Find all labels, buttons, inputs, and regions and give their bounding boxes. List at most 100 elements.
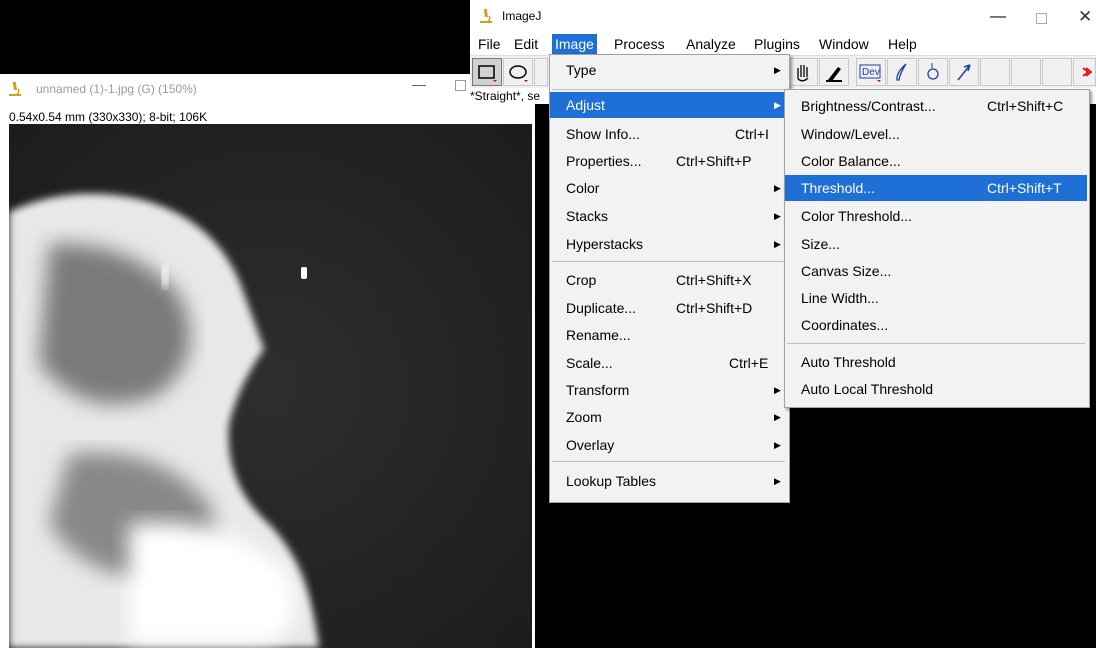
menu-item-label: Coordinates... (801, 317, 889, 333)
image-canvas[interactable] (9, 124, 532, 648)
hand-tool[interactable] (788, 58, 818, 86)
menu-process[interactable]: Process (611, 34, 668, 54)
menu-item-label: Scale... (566, 355, 613, 371)
minimize-button[interactable]: — (990, 8, 1006, 26)
menu-item-coordinates[interactable]: Coordinates... (785, 312, 1087, 338)
menu-item-shortcut: Ctrl+Shift+C (987, 98, 1064, 114)
menu-item-auto-threshold[interactable]: Auto Threshold (785, 349, 1087, 375)
polygon-tool[interactable] (534, 58, 548, 86)
menu-item-stacks[interactable]: Stacks ▶ (550, 203, 787, 229)
rectangle-tool[interactable] (472, 58, 502, 86)
dropper-tool[interactable] (819, 58, 849, 86)
menu-item-duplicate[interactable]: Duplicate... Ctrl+Shift+D (550, 295, 787, 321)
menu-file[interactable]: File (475, 34, 504, 54)
brush-icon (896, 63, 907, 81)
menu-item-crop[interactable]: Crop Ctrl+Shift+X (550, 267, 787, 293)
submenu-arrow-icon: ▶ (774, 100, 781, 110)
menu-item-label: Lookup Tables (566, 473, 657, 489)
menu-item-label: Auto Threshold (801, 354, 896, 370)
imagej-title: ImageJ (502, 9, 542, 23)
menu-item-label: Show Info... (566, 126, 640, 142)
menu-item-label: Stacks (566, 208, 609, 224)
menu-item-transform[interactable]: Transform ▶ (550, 377, 787, 403)
menu-item-overlay[interactable]: Overlay ▶ (550, 432, 787, 458)
hand-icon (797, 65, 809, 82)
dev-label: Dev (862, 67, 880, 78)
submenu-arrow-icon: ▶ (774, 183, 781, 193)
empty-tool-slot[interactable] (1042, 58, 1072, 86)
menu-item-lookup-tables[interactable]: Lookup Tables ▶ (550, 468, 787, 494)
menu-item-line-width[interactable]: Line Width... (785, 285, 1087, 311)
maximize-button[interactable] (1036, 13, 1047, 24)
hand-pointer-icon (927, 63, 939, 80)
submenu-arrow-icon: ▶ (774, 211, 781, 221)
menu-item-rename[interactable]: Rename... (550, 322, 787, 348)
menu-item-size[interactable]: Size... (785, 231, 1087, 257)
menu-item-shortcut: Ctrl+Shift+X (676, 272, 752, 288)
menu-item-shortcut: Ctrl+Shift+D (676, 300, 753, 316)
menu-item-color[interactable]: Color ▶ (550, 175, 787, 201)
empty-tool-slot[interactable] (980, 58, 1010, 86)
menu-item-label: Hyperstacks (566, 236, 644, 252)
menu-item-color-balance[interactable]: Color Balance... (785, 148, 1087, 174)
minimize-button[interactable]: — (412, 76, 426, 92)
menu-item-show-info[interactable]: Show Info... Ctrl+I (550, 121, 787, 147)
arrow-icon (957, 64, 971, 81)
menu-item-label: Overlay (566, 437, 615, 453)
menu-item-color-threshold[interactable]: Color Threshold... (785, 203, 1087, 229)
menu-analyze[interactable]: Analyze (683, 34, 739, 54)
menu-item-adjust[interactable]: Adjust ▶ (550, 92, 787, 118)
menu-image[interactable]: Image (552, 34, 597, 54)
imagej-microscope-icon (9, 82, 21, 96)
submenu-arrow-icon: ▶ (774, 476, 781, 486)
adjust-submenu: Brightness/Contrast... Ctrl+Shift+C Wind… (784, 89, 1090, 408)
menu-item-label: Crop (566, 272, 597, 288)
oval-tool[interactable] (503, 58, 533, 86)
rectangle-icon (478, 65, 497, 82)
menu-plugins[interactable]: Plugins (751, 34, 803, 54)
menu-help[interactable]: Help (885, 34, 920, 54)
close-button[interactable]: ✕ (1078, 7, 1092, 27)
menu-item-shortcut: Ctrl+Shift+T (987, 180, 1062, 196)
menu-item-brightness-contrast[interactable]: Brightness/Contrast... Ctrl+Shift+C (785, 93, 1087, 119)
menu-item-threshold[interactable]: Threshold... Ctrl+Shift+T (785, 175, 1087, 201)
brush-tool[interactable] (887, 58, 917, 86)
menu-item-canvas-size[interactable]: Canvas Size... (785, 258, 1087, 284)
image-window-title: unnamed (1)-1.jpg (G) (150%) (36, 82, 197, 96)
menu-item-shortcut: Ctrl+I (735, 126, 769, 142)
image-window-titlebar[interactable]: unnamed (1)-1.jpg (G) (150%) — (0, 74, 535, 104)
menu-item-label: Properties... (566, 153, 642, 169)
submenu-arrow-icon: ▶ (774, 385, 781, 395)
menu-item-label: Zoom (566, 409, 602, 425)
imagej-titlebar[interactable]: ImageJ — ✕ (470, 0, 1096, 34)
empty-tool-slot[interactable] (1011, 58, 1041, 86)
menu-separator (552, 89, 785, 90)
dev-icon: Dev (859, 64, 881, 82)
maximize-button[interactable] (455, 80, 466, 91)
menu-item-label: Color Balance... (801, 153, 901, 169)
menu-window[interactable]: Window (816, 34, 872, 54)
menu-item-label: Color Threshold... (801, 208, 913, 224)
menu-item-label: Adjust (566, 97, 605, 113)
submenu-arrow-icon: ▶ (774, 239, 781, 249)
menu-item-label: Line Width... (801, 290, 879, 306)
eyedropper-icon (826, 67, 842, 82)
menu-item-label: Brightness/Contrast... (801, 98, 936, 114)
menu-item-hyperstacks[interactable]: Hyperstacks ▶ (550, 231, 787, 257)
image-window: unnamed (1)-1.jpg (G) (150%) — 0.54x0.54… (0, 74, 535, 648)
menu-item-label: Duplicate... (566, 300, 637, 316)
menu-item-scale[interactable]: Scale... Ctrl+E (550, 350, 787, 376)
more-tools-button[interactable] (1073, 58, 1096, 86)
menu-item-type[interactable]: Type ▶ (550, 57, 787, 83)
menu-item-label: Size... (801, 236, 840, 252)
arrow-tool[interactable] (949, 58, 979, 86)
menu-item-zoom[interactable]: Zoom ▶ (550, 404, 787, 430)
submenu-arrow-icon: ▶ (774, 440, 781, 450)
menu-edit[interactable]: Edit (511, 34, 541, 54)
developer-menu-tool[interactable]: Dev (856, 58, 886, 86)
blob-tool[interactable] (918, 58, 948, 86)
menu-item-window-level[interactable]: Window/Level... (785, 121, 1087, 147)
menu-item-properties[interactable]: Properties... Ctrl+Shift+P (550, 148, 787, 174)
menu-item-auto-local-threshold[interactable]: Auto Local Threshold (785, 376, 1087, 402)
status-text: *Straight*, se (470, 89, 541, 103)
